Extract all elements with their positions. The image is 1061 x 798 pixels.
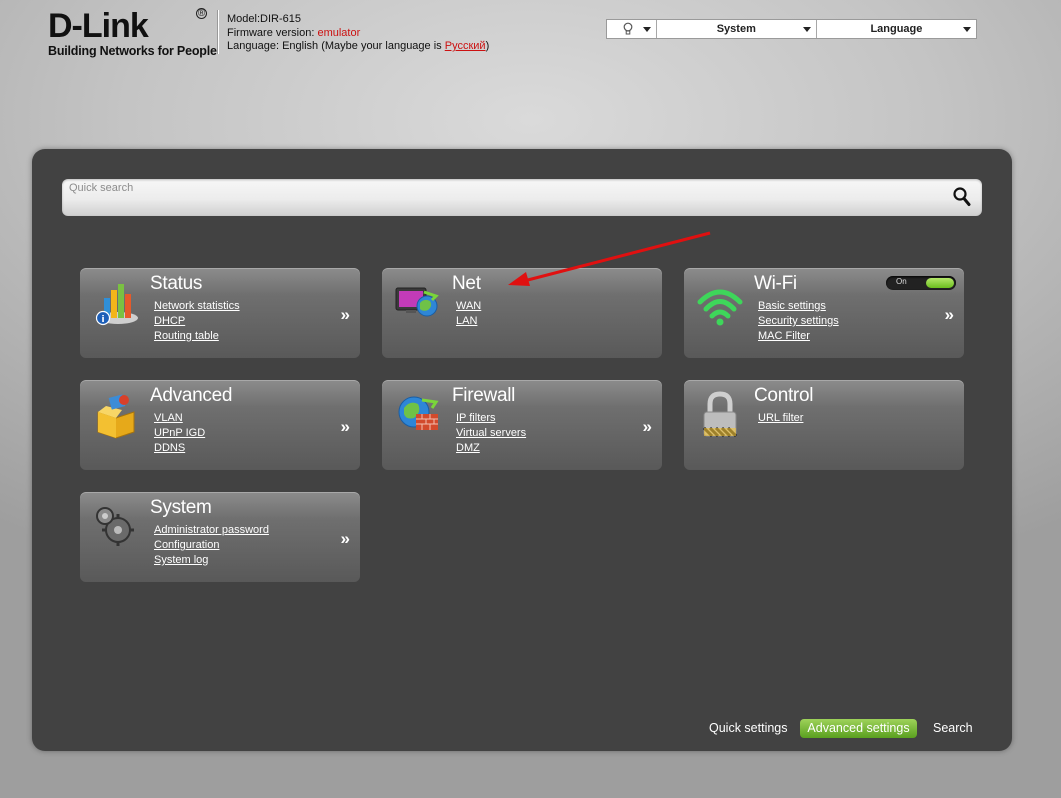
expand-arrow[interactable]: » (341, 529, 350, 549)
tile-title: Net (452, 273, 481, 294)
model-line: Model:DIR-615 (227, 13, 489, 27)
tile-system: System Administrator password Configurat… (80, 492, 360, 582)
language-menu-label: Language (870, 23, 923, 35)
expand-arrow[interactable]: » (341, 305, 350, 325)
tile-title: Wi-Fi (754, 273, 797, 294)
search-link[interactable]: Search (933, 721, 973, 735)
dlink-logo: D-Link ® Building Networks for People (48, 8, 223, 60)
search-icon[interactable] (952, 186, 972, 208)
padlock-icon (702, 391, 738, 438)
tile-links: URL filter (758, 411, 803, 426)
language-note-suffix: ) (485, 40, 490, 52)
link-virtual-servers[interactable]: Virtual servers (456, 426, 526, 441)
system-menu-label: System (716, 23, 756, 35)
link-routing-table[interactable]: Routing table (154, 329, 240, 344)
link-dmz[interactable]: DMZ (456, 441, 526, 456)
firmware-label: Firmware version: (227, 26, 315, 39)
logo-text: D-Link (48, 7, 149, 45)
chevron-down-icon (962, 27, 971, 32)
tile-control: Control URL filter (684, 380, 964, 470)
link-network-statistics[interactable]: Network statistics (154, 299, 240, 314)
link-vlan[interactable]: VLAN (154, 411, 205, 426)
link-basic-settings[interactable]: Basic settings (758, 299, 839, 314)
link-lan[interactable]: LAN (456, 314, 481, 329)
tile-status: i Status Network statistics DHCP Routing… (80, 268, 360, 358)
hint-button[interactable] (607, 20, 657, 38)
header-divider (218, 10, 219, 54)
tile-links: Network statistics DHCP Routing table (154, 299, 240, 344)
chevron-down-icon (802, 27, 811, 32)
tile-title: System (150, 497, 212, 518)
tile-firewall: Firewall IP filters Virtual servers DMZ … (382, 380, 662, 470)
tile-links: IP filters Virtual servers DMZ (456, 411, 526, 456)
device-info: Model:DIR-615 Firmware version: emulator… (227, 13, 489, 54)
advanced-settings-button[interactable]: Advanced settings (800, 719, 917, 738)
link-ddns[interactable]: DDNS (154, 441, 205, 456)
bar-chart-icon: i (95, 284, 138, 326)
link-security-settings[interactable]: Security settings (758, 314, 839, 329)
logo-tagline: Building Networks for People (48, 44, 217, 58)
tile-links: VLAN UPnP IGD DDNS (154, 411, 205, 456)
quick-settings-link[interactable]: Quick settings (709, 721, 788, 735)
tile-links: Basic settings Security settings MAC Fil… (758, 299, 839, 344)
quick-search-input[interactable]: Quick search (62, 179, 982, 216)
link-wan[interactable]: WAN (456, 299, 481, 314)
expand-arrow[interactable]: » (341, 417, 350, 437)
top-menu-bar: System Language (606, 19, 977, 39)
tile-title: Firewall (452, 385, 516, 406)
tile-title: Control (754, 385, 814, 406)
model-label: Model: (227, 13, 261, 25)
tile-title: Advanced (150, 385, 233, 406)
toggle-label: On (896, 277, 907, 286)
gears-icon (96, 507, 134, 546)
tile-links: WAN LAN (456, 299, 481, 329)
language-menu-button[interactable]: Language (817, 20, 976, 38)
tile-title: Status (150, 273, 203, 294)
link-configuration[interactable]: Configuration (154, 538, 269, 553)
wifi-toggle[interactable]: On (886, 276, 956, 290)
language-line: Language: English (Maybe your language i… (227, 40, 489, 54)
expand-arrow[interactable]: » (643, 417, 652, 437)
lightbulb-icon (623, 22, 633, 35)
annotation-arrow (508, 231, 711, 286)
globe-brick-wall-icon (398, 396, 439, 430)
link-system-log[interactable]: System log (154, 553, 269, 568)
link-administrator-password[interactable]: Administrator password (154, 523, 269, 538)
tile-advanced: Advanced VLAN UPnP IGD DDNS » (80, 380, 360, 470)
link-url-filter[interactable]: URL filter (758, 411, 803, 426)
model-value: DIR-615 (260, 13, 301, 25)
link-dhcp[interactable]: DHCP (154, 314, 240, 329)
system-menu-button[interactable]: System (657, 20, 817, 38)
svg-text:i: i (101, 315, 104, 325)
tile-wifi: Wi-Fi On Basic settings Security setting… (684, 268, 964, 358)
expand-arrow[interactable]: » (945, 305, 954, 325)
chevron-down-icon (642, 27, 651, 32)
registered-mark: ® (196, 8, 207, 19)
tile-links: Administrator password Configuration Sys… (154, 523, 269, 568)
language-label: Language: (227, 40, 279, 52)
language-suggest-link[interactable]: Русский (445, 40, 486, 52)
toggle-knob (926, 278, 954, 288)
firmware-line: Firmware version: emulator (227, 27, 489, 41)
language-note-prefix: (Maybe your language is (321, 40, 442, 52)
link-ip-filters[interactable]: IP filters (456, 411, 526, 426)
search-placeholder: Quick search (69, 182, 134, 194)
language-value: English (282, 40, 319, 52)
firmware-value: emulator (317, 26, 361, 39)
link-mac-filter[interactable]: MAC Filter (758, 329, 839, 344)
link-upnp-igd[interactable]: UPnP IGD (154, 426, 205, 441)
monitor-globe-icon (395, 287, 439, 317)
box-tools-icon (97, 394, 135, 439)
